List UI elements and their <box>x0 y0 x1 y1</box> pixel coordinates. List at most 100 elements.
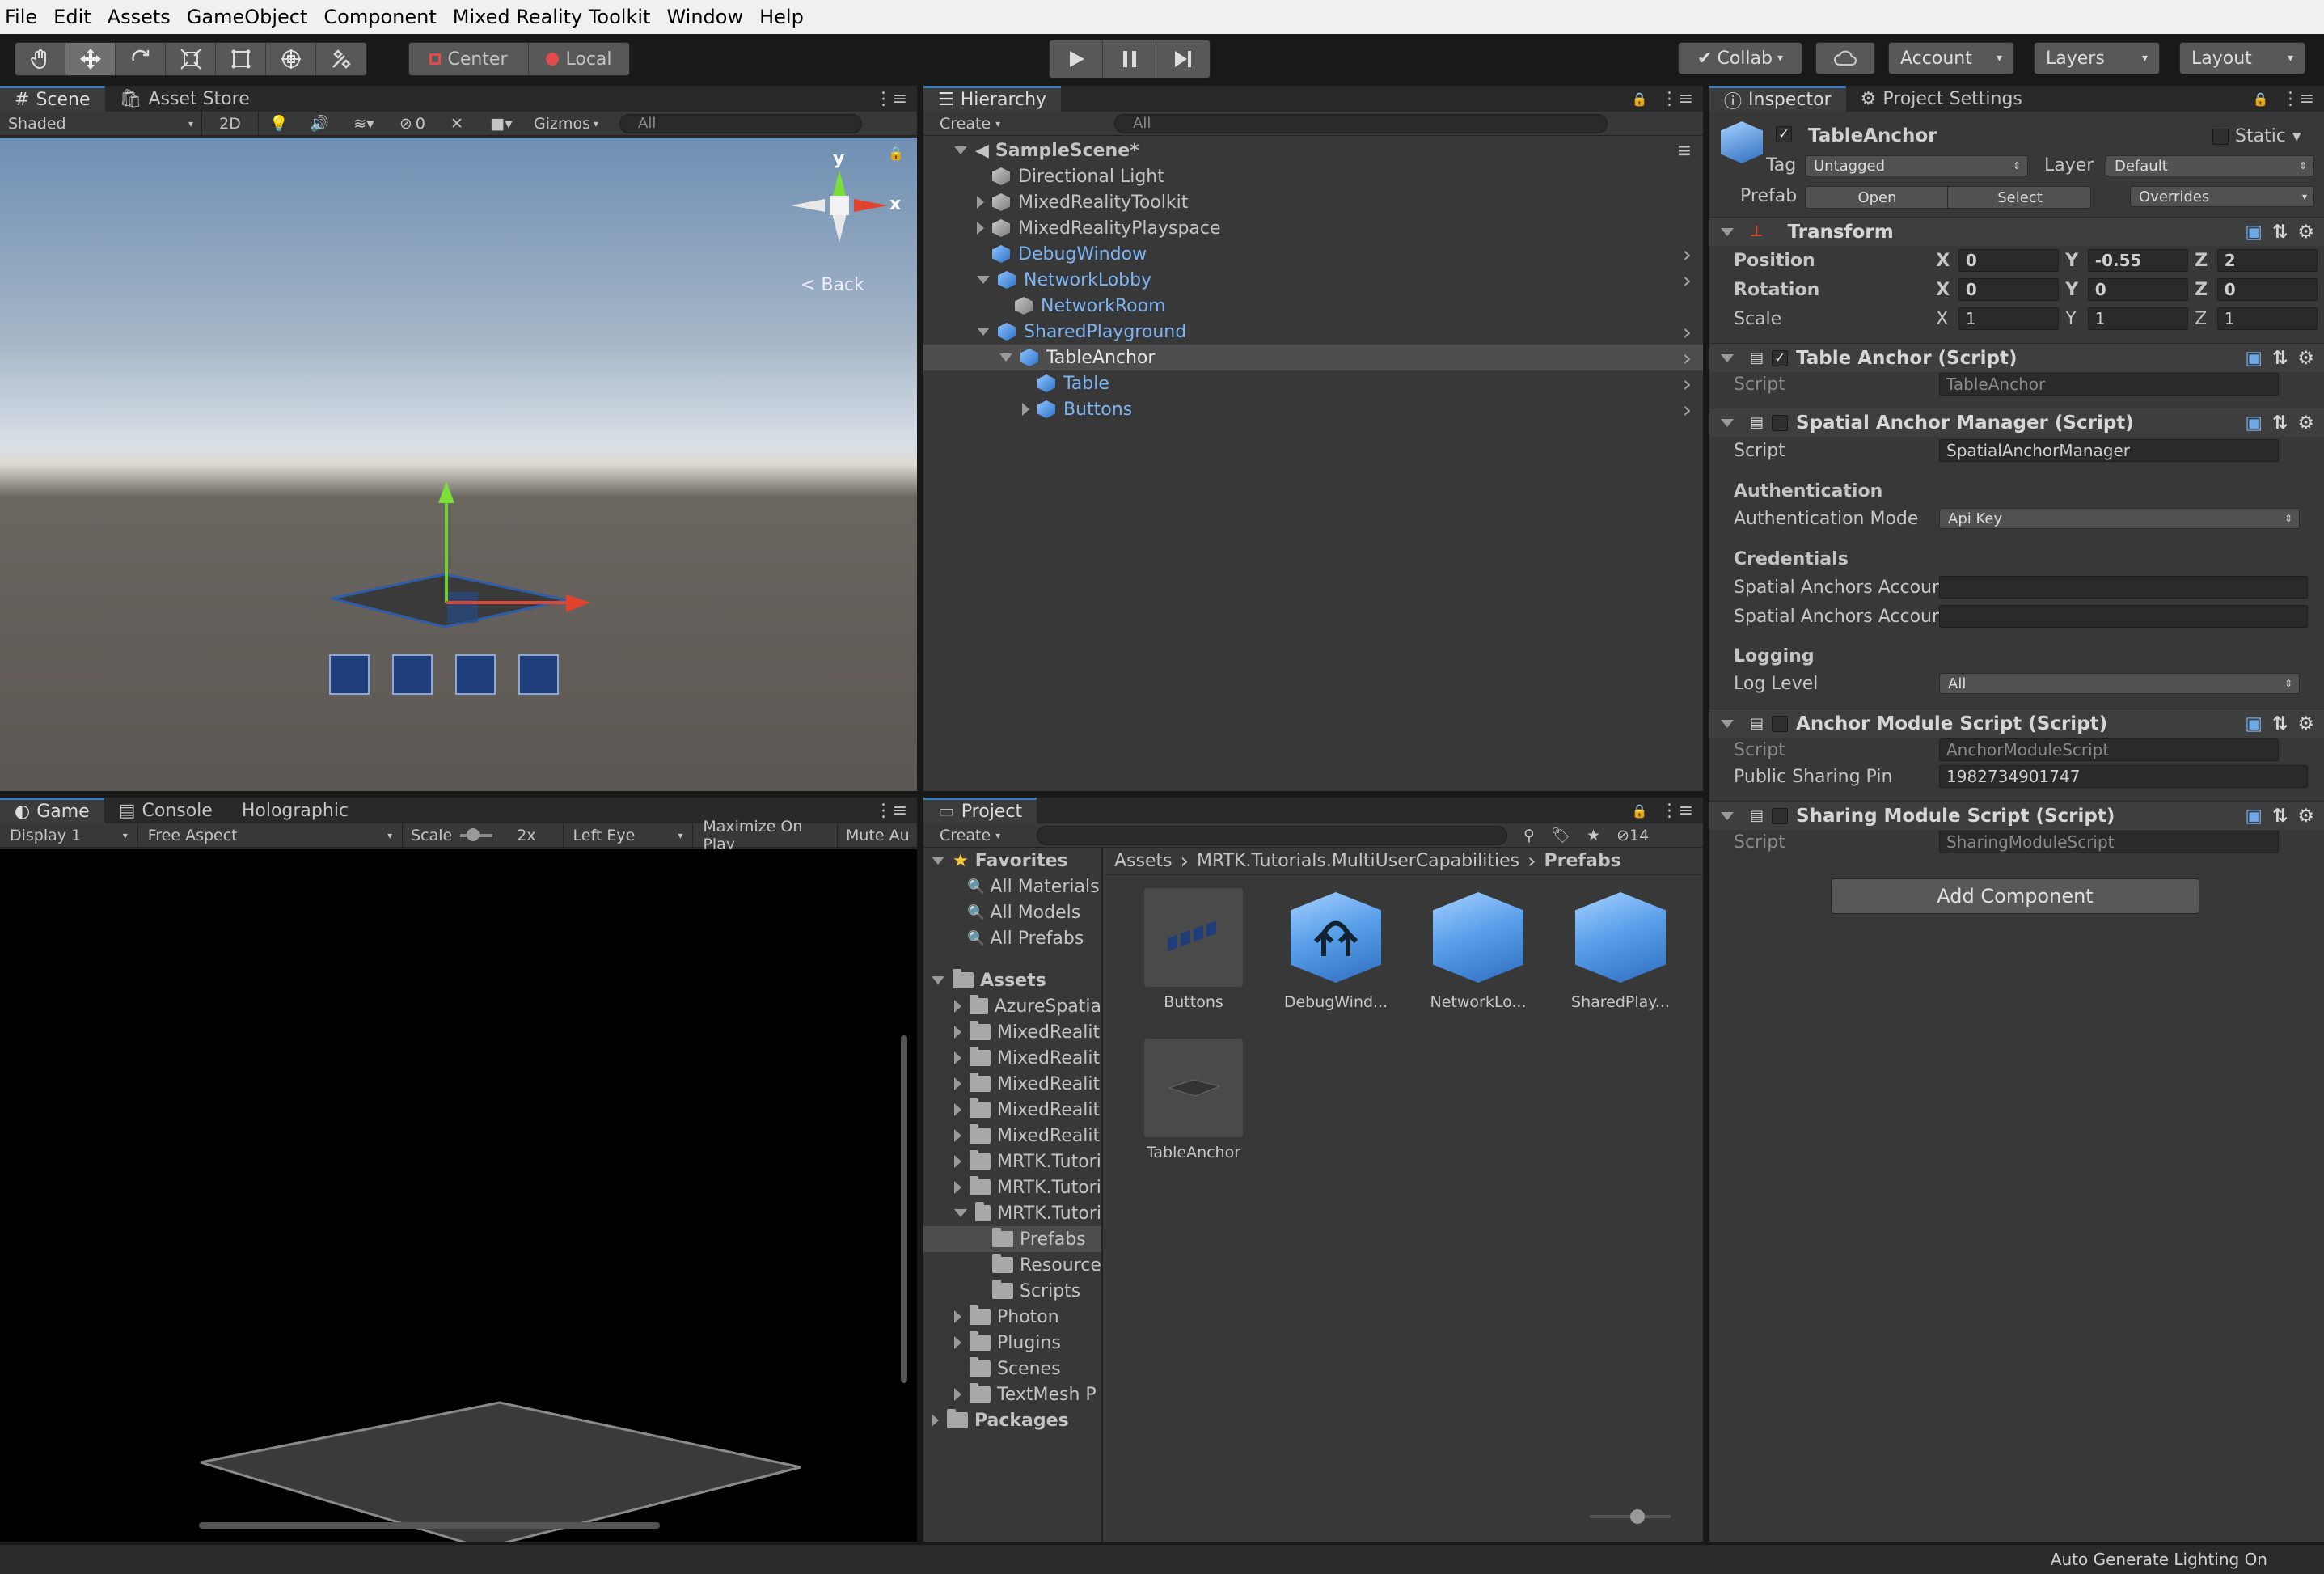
axis-z-label[interactable]: Z <box>2195 280 2217 300</box>
asset-tile[interactable]: NetworkLo... <box>1413 888 1543 1011</box>
tab-hierarchy[interactable]: ☰ Hierarchy <box>923 86 1062 112</box>
enabled-checkbox[interactable] <box>1772 807 1789 824</box>
expand-arrow-icon[interactable] <box>1721 811 1734 820</box>
account-dropdown[interactable]: Account ▾ <box>1888 42 2014 74</box>
project-create-dropdown[interactable]: Create ▾ <box>940 827 1037 844</box>
expand-arrow-icon[interactable] <box>954 1310 961 1323</box>
axis-y-label[interactable]: Y <box>2065 309 2088 329</box>
packages-row[interactable]: Packages <box>923 1407 1101 1433</box>
scale-tool-icon[interactable] <box>166 43 216 75</box>
menu-item-mixed-reality-toolkit[interactable]: Mixed Reality Toolkit <box>453 6 651 28</box>
camera-dropdown-icon[interactable]: ■▾ <box>477 112 526 136</box>
folder-tree-item[interactable]: Scripts <box>923 1278 1101 1304</box>
tab-project[interactable]: ▭ Project <box>923 798 1037 823</box>
zoom-knob[interactable] <box>1630 1509 1645 1524</box>
object-name-field[interactable]: TableAnchor <box>1802 123 2196 149</box>
filter-type-icon[interactable]: ⚲ <box>1523 827 1535 844</box>
expand-arrow-icon[interactable] <box>977 328 990 336</box>
zoom-slider[interactable] <box>1590 1509 1671 1524</box>
effects-dropdown-icon[interactable]: ≋▾ <box>340 112 388 136</box>
gear-icon[interactable]: ⚙ <box>2297 806 2314 827</box>
panel-menu-icon[interactable]: ⋮≡ <box>1661 801 1693 821</box>
gear-icon[interactable]: ⚙ <box>2297 348 2314 369</box>
2d-toggle[interactable]: 2D <box>202 111 259 136</box>
hierarchy-item[interactable]: MixedRealityPlayspace <box>923 215 1703 241</box>
orientation-gizmo[interactable]: y x < Back <box>784 149 906 299</box>
enabled-checkbox[interactable] <box>1772 414 1789 431</box>
lock-icon[interactable]: 🔒 <box>1632 803 1648 819</box>
position-z-field[interactable]: 2 <box>2216 249 2318 272</box>
asset-tile[interactable]: TableAnchor <box>1129 1039 1258 1161</box>
game-viewport[interactable] <box>0 849 917 1542</box>
position-y-field[interactable]: -0.55 <box>2087 249 2189 272</box>
axis-y-label[interactable]: Y <box>2065 251 2088 271</box>
prefab-select-button[interactable]: Select <box>1948 187 2090 208</box>
sharing-pin-field[interactable]: 1982734901747 <box>1939 765 2308 788</box>
tab-holographic[interactable]: Holographic <box>227 798 363 823</box>
hierarchy-item[interactable]: Buttons › <box>923 396 1703 423</box>
prefab-open-chevron-icon[interactable]: › <box>1683 396 1692 423</box>
presets-icon[interactable]: ⇅ <box>2272 713 2288 734</box>
expand-arrow-icon[interactable] <box>954 1181 961 1194</box>
prefab-open-chevron-icon[interactable]: › <box>1683 267 1692 294</box>
gizmos-dropdown[interactable]: Gizmos ▾ <box>526 112 606 136</box>
favorite-star-icon[interactable]: ★ <box>1587 827 1600 844</box>
expand-arrow-icon[interactable] <box>977 222 984 235</box>
account-key-field[interactable] <box>1939 605 2308 628</box>
expand-arrow-icon[interactable] <box>954 1388 961 1401</box>
collab-button[interactable]: ✔ Collab ▾ <box>1678 42 1802 74</box>
transform-tool-icon[interactable] <box>266 43 316 75</box>
expand-arrow-icon[interactable] <box>954 1129 961 1142</box>
gear-icon[interactable]: ⚙ <box>2297 713 2314 734</box>
menu-item-component[interactable]: Component <box>323 6 436 28</box>
hierarchy-item[interactable]: DebugWindow › <box>923 241 1703 268</box>
prefab-open-chevron-icon[interactable]: › <box>1683 370 1692 397</box>
expand-arrow-icon[interactable] <box>954 146 967 154</box>
step-button[interactable] <box>1156 40 1210 78</box>
rotation-x-field[interactable]: 0 <box>1958 278 2060 301</box>
help-book-icon[interactable]: ▣ <box>2245 348 2263 369</box>
tab-console[interactable]: ▤ Console <box>104 798 227 823</box>
expand-arrow-icon[interactable] <box>932 976 944 984</box>
tab-scene[interactable]: # Scene <box>0 86 105 112</box>
folder-tree-item[interactable]: MRTK.Tutori <box>923 1174 1101 1200</box>
layers-dropdown[interactable]: Layers ▾ <box>2034 42 2160 74</box>
hierarchy-item[interactable]: MixedRealityToolkit <box>923 189 1703 215</box>
expand-arrow-icon[interactable] <box>954 1077 961 1090</box>
spatial-anchor-manager-header[interactable]: ▤ Spatial Anchor Manager (Script) ▣ ⇅ ⚙ <box>1709 408 2324 437</box>
project-search-input[interactable] <box>1037 825 1507 845</box>
favorite-item[interactable]: 🔍 All Prefabs <box>923 925 1101 951</box>
static-toggle[interactable]: Static ▼ <box>2212 126 2301 146</box>
axis-x-label[interactable]: X <box>1936 309 1958 329</box>
expand-arrow-icon[interactable] <box>954 1051 961 1064</box>
panel-menu-icon[interactable]: ⋮≡ <box>875 801 907 821</box>
lighting-toggle-icon[interactable]: 💡 <box>259 112 299 136</box>
folder-tree-item[interactable]: MRTK.Tutori <box>923 1200 1101 1226</box>
auth-mode-dropdown[interactable]: Api Key ⇕ <box>1939 508 2300 529</box>
folder-tree-item[interactable]: MixedRealit <box>923 1097 1101 1123</box>
folder-tree-item[interactable]: Scenes <box>923 1356 1101 1381</box>
prefab-open-chevron-icon[interactable]: › <box>1683 241 1692 268</box>
hierarchy-item[interactable]: Table › <box>923 370 1703 397</box>
eye-dropdown[interactable]: Left Eye ▾ <box>564 823 694 848</box>
folder-tree-item[interactable]: MRTK.Tutori <box>923 1149 1101 1174</box>
expand-arrow-icon[interactable] <box>954 1103 961 1116</box>
folder-tree-item[interactable]: AzureSpatia <box>923 993 1101 1019</box>
lock-icon[interactable]: 🔒 <box>2253 91 2269 107</box>
menu-item-help[interactable]: Help <box>759 6 804 28</box>
presets-icon[interactable]: ⇅ <box>2272 806 2288 827</box>
account-id-field[interactable] <box>1939 576 2308 599</box>
presets-icon[interactable]: ⇅ <box>2272 222 2288 243</box>
cloud-button[interactable] <box>1815 42 1875 74</box>
presets-icon[interactable]: ⇅ <box>2272 348 2288 369</box>
menu-item-edit[interactable]: Edit <box>53 6 91 28</box>
hierarchy-item[interactable]: SharedPlayground › <box>923 319 1703 345</box>
folder-tree-item[interactable]: Prefabs <box>923 1226 1101 1252</box>
pause-button[interactable] <box>1103 40 1156 78</box>
folder-tree-item[interactable]: MixedRealit <box>923 1019 1101 1045</box>
tab-asset-store[interactable]: 🛍 Asset Store <box>105 86 264 112</box>
help-book-icon[interactable]: ▣ <box>2245 413 2263 434</box>
mute-audio-toggle[interactable]: Mute Au <box>838 823 917 848</box>
folder-tree-item[interactable]: MixedRealit <box>923 1045 1101 1071</box>
hidden-objects-toggle[interactable]: ⊘ 0 <box>388 112 437 136</box>
